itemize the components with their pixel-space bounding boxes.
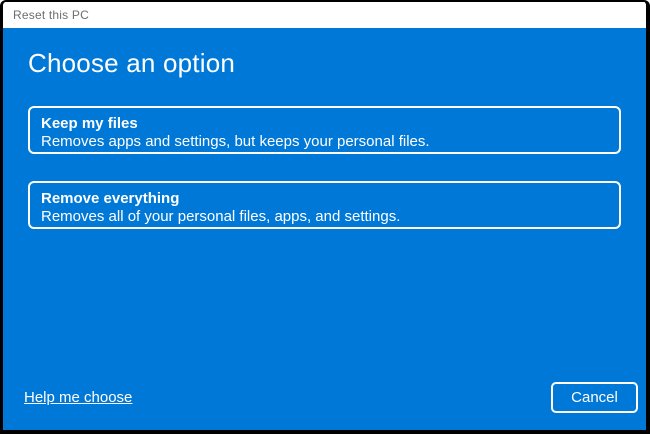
keep-my-files-description: Removes apps and settings, but keeps you… [41, 133, 430, 150]
keep-my-files-title: Keep my files [41, 115, 138, 132]
help-me-choose-link[interactable]: Help me choose [24, 389, 132, 406]
footer: Help me choose Cancel [24, 382, 638, 413]
cancel-button[interactable]: Cancel [551, 382, 638, 413]
dialog-body: Choose an option Keep my files Removes a… [3, 28, 646, 430]
titlebar: Reset this PC [3, 2, 646, 28]
page-title: Choose an option [28, 48, 236, 78]
window-title: Reset this PC [13, 8, 89, 22]
option-list: Keep my files Removes apps and settings,… [28, 106, 621, 229]
remove-everything-description: Removes all of your personal files, apps… [41, 208, 401, 225]
keep-my-files-button[interactable]: Keep my files Removes apps and settings,… [28, 106, 621, 154]
remove-everything-title: Remove everything [41, 190, 180, 207]
reset-this-pc-dialog: Reset this PC Choose an option Keep my f… [0, 0, 650, 434]
remove-everything-button[interactable]: Remove everything Removes all of your pe… [28, 181, 621, 229]
